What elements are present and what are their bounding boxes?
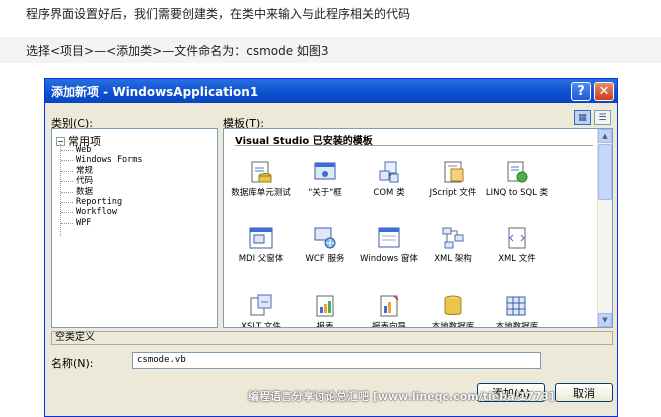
template-item[interactable]: MDI 父窗体: [229, 225, 293, 264]
template-item[interactable]: XML 文件: [485, 225, 549, 264]
template-item[interactable]: COM 类: [357, 159, 421, 198]
scroll-up-icon[interactable]: ▲: [598, 129, 612, 143]
com-class-icon: [379, 161, 399, 183]
template-label: XML 架构: [434, 254, 472, 264]
tree-item[interactable]: Reporting: [61, 197, 143, 207]
template-item[interactable]: XML 架构: [421, 225, 485, 264]
report-wizard-icon: [380, 295, 399, 317]
template-label: "关于"框: [308, 188, 342, 198]
template-item[interactable]: 数据库单元测试: [229, 159, 293, 198]
close-button[interactable]: ✕: [594, 81, 614, 101]
template-item[interactable]: 报表向导: [357, 293, 421, 328]
tree-item[interactable]: 代码: [61, 176, 143, 186]
templates-list[interactable]: Visual Studio 已安装的模板 数据库单元测试 "关于"框 COM 类 JS…: [223, 128, 613, 328]
help-button[interactable]: ?: [571, 81, 591, 101]
tree-item[interactable]: Windows Forms: [61, 155, 143, 165]
view-toggle-group: ▦ ☰: [574, 110, 611, 125]
small-icons-view-icon[interactable]: ☰: [594, 110, 611, 125]
template-item[interactable]: Windows 窗体: [357, 225, 421, 264]
local-database-cache-icon: [506, 296, 526, 316]
article-line-2: 选择<项目>—<添加类>—文件命名为：csmode 如图3: [0, 37, 661, 63]
template-label: 报表向导: [371, 322, 406, 328]
xml-schema-icon: [442, 227, 464, 249]
report-icon: [316, 295, 334, 317]
local-database-icon: [444, 295, 462, 315]
template-item[interactable]: 本地数据库: [421, 293, 485, 328]
xml-file-icon: [508, 227, 526, 249]
scroll-thumb[interactable]: [598, 144, 612, 200]
tree-item[interactable]: Workflow: [61, 207, 143, 217]
cancel-button[interactable]: 取消: [555, 383, 613, 402]
template-label: COM 类: [373, 188, 405, 198]
template-item[interactable]: "关于"框: [293, 159, 357, 198]
jscript-file-icon: [444, 161, 464, 183]
add-new-item-dialog: 添加新项 - WindowsApplication1 ? ✕ 类别(C): 模板…: [44, 78, 618, 417]
name-label: 名称(N):: [51, 357, 94, 370]
template-description: 空类定义: [51, 331, 613, 345]
categories-tree[interactable]: − 常用项 Web Windows Forms 常规 代码 数据 Reporting Wor…: [51, 128, 218, 328]
template-label: 本地数据库: [431, 322, 475, 328]
template-label: WCF 服务: [305, 254, 345, 264]
windows-form-icon: [378, 227, 400, 248]
template-label: XML 文件: [498, 254, 536, 264]
template-item[interactable]: WCF 服务: [293, 225, 357, 264]
template-label: JScript 文件: [429, 188, 477, 198]
watermark-text: 编程语言分享讨论总汇吧 [www.lineqc.com/tieba/1773]: [248, 390, 555, 403]
linq-to-sql-icon: [507, 161, 528, 183]
dialog-title: 添加新项 - WindowsApplication1: [51, 84, 259, 99]
template-item[interactable]: 报表: [293, 293, 357, 328]
template-item[interactable]: XSLT 文件: [229, 293, 293, 328]
templates-scrollbar[interactable]: ▲ ▼: [597, 129, 612, 327]
about-box-icon: [314, 162, 336, 180]
tree-item[interactable]: 数据: [61, 187, 143, 197]
name-input[interactable]: csmode.vb: [132, 352, 541, 369]
template-label: 报表: [316, 322, 334, 328]
article-line-1: 程序界面设置好后，我们需要创建类，在类中来输入与此程序相关的代码: [0, 0, 661, 26]
wcf-service-icon: [314, 227, 336, 249]
template-label: 数据库单元测试: [231, 188, 291, 198]
scroll-down-icon[interactable]: ▼: [598, 313, 612, 327]
dialog-titlebar[interactable]: 添加新项 - WindowsApplication1 ? ✕: [45, 79, 617, 103]
tree-item[interactable]: WPF: [61, 218, 143, 228]
template-label: XSLT 文件: [241, 322, 281, 328]
template-label: Windows 窗体: [360, 254, 418, 264]
template-label: LINQ to SQL 类: [485, 188, 549, 198]
template-label: MDI 父窗体: [238, 254, 284, 264]
large-icons-view-icon[interactable]: ▦: [574, 110, 591, 125]
database-unit-test-icon: [251, 161, 272, 183]
mdi-parent-form-icon: [249, 227, 273, 249]
tree-item[interactable]: Web: [61, 145, 143, 155]
template-item[interactable]: 本地数据库: [485, 293, 549, 328]
tree-children: Web Windows Forms 常规 代码 数据 Reporting Workflow W…: [61, 145, 143, 228]
tree-item[interactable]: 常规: [61, 166, 143, 176]
template-item[interactable]: JScript 文件: [421, 159, 485, 198]
xslt-file-icon: [250, 294, 272, 316]
template-label: 本地数据库: [495, 322, 539, 328]
template-item[interactable]: LINQ to SQL 类: [485, 159, 549, 198]
templates-header-divider: [235, 145, 593, 146]
